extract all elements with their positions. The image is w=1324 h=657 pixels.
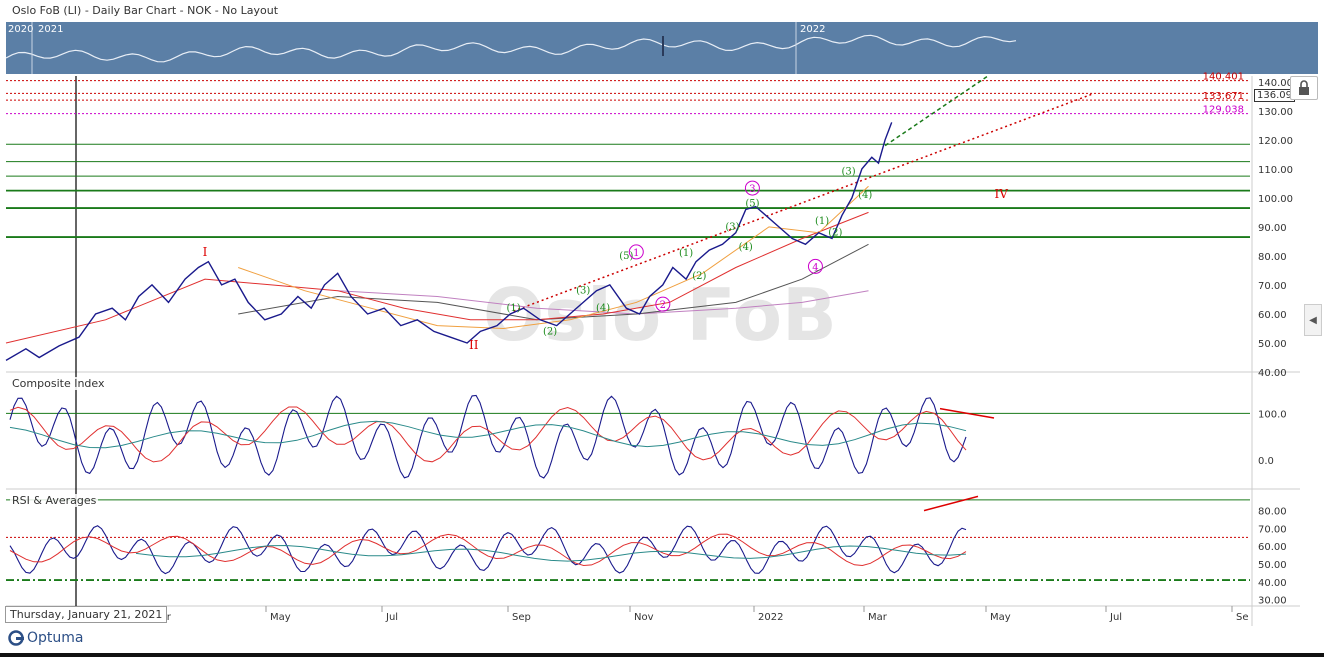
wave-label: IV — [994, 187, 1008, 201]
composite-tick: 0.0 — [1258, 456, 1274, 467]
rsi-tick: 70.00 — [1258, 524, 1287, 535]
x-tick-label: Jul — [1109, 612, 1122, 623]
wave-label: (2) — [828, 228, 842, 239]
x-tick-label: Se — [1236, 612, 1249, 623]
green-projection — [884, 75, 989, 147]
y-tick-label: 100.00 — [1258, 194, 1293, 205]
level-label: 133.671 — [1203, 91, 1244, 102]
y-tick-label: 130.00 — [1258, 107, 1293, 118]
x-tick-label: 2022 — [758, 612, 783, 623]
x-tick-label: Jul — [385, 612, 398, 623]
composite-index-label: Composite Index — [10, 377, 107, 390]
wave-label: 4 — [812, 262, 818, 273]
y-tick-label: 40.00 — [1258, 368, 1287, 379]
rsi-tick: 50.00 — [1258, 560, 1287, 571]
optuma-logo: Optuma — [8, 630, 84, 646]
wave-label: (3) — [725, 222, 739, 233]
rsi-tick: 30.00 — [1258, 596, 1287, 607]
chart-canvas[interactable]: Oslo FoB 129.038133.671140.401 IIIIV(1)(… — [0, 0, 1324, 657]
wave-label: (1) — [815, 216, 829, 227]
wave-label: (3) — [576, 286, 590, 297]
lock-button[interactable] — [1290, 76, 1318, 100]
wave-label: 3 — [749, 184, 755, 195]
y-tick-label: 110.00 — [1258, 165, 1293, 176]
y-tick-label: 50.00 — [1258, 339, 1287, 350]
wave-label: (1) — [506, 303, 520, 314]
wave-label: II — [469, 338, 479, 352]
collapse-panel-button[interactable]: ◀ — [1304, 304, 1322, 336]
x-tick-label: Nov — [634, 612, 654, 623]
wave-label: (5) — [745, 199, 759, 210]
wave-label: 1 — [633, 248, 639, 259]
logo-text: Optuma — [27, 630, 84, 646]
lock-icon — [1299, 80, 1309, 95]
y-tick-label: 120.00 — [1258, 136, 1293, 147]
wave-label: (1) — [679, 248, 693, 259]
composite-slow-avg — [9, 420, 967, 449]
level-label: 129.038 — [1203, 105, 1244, 116]
rsi-divergence-line — [923, 495, 979, 512]
x-tick-label: Mar — [868, 612, 888, 623]
level-label: 140.401 — [1203, 72, 1244, 83]
y-tick-label: 140.00 — [1258, 78, 1293, 89]
wave-label: (4) — [858, 190, 872, 201]
last-price-tag: 136.09 — [1254, 89, 1295, 102]
chevron-left-icon: ◀ — [1309, 314, 1317, 326]
x-tick-label: May — [990, 612, 1011, 623]
x-tick-label: May — [270, 612, 291, 623]
wave-label: (2) — [692, 271, 706, 282]
wave-label: I — [203, 245, 208, 259]
wave-label: (3) — [842, 167, 856, 178]
wave-label: (4) — [739, 242, 753, 253]
rsi-label: RSI & Averages — [10, 494, 99, 507]
rsi-fast-avg — [9, 533, 967, 567]
rsi-tick: 60.00 — [1258, 542, 1287, 553]
bottom-bar — [0, 653, 1324, 657]
x-tick-label: Sep — [512, 612, 531, 623]
wave-label: (2) — [543, 326, 557, 337]
rsi-line — [9, 525, 967, 575]
optuma-logo-icon — [8, 630, 24, 646]
rsi-tick: 80.00 — [1258, 507, 1287, 518]
y-tick-label: 60.00 — [1258, 310, 1287, 321]
rsi-tick: 40.00 — [1258, 578, 1287, 589]
wave-label: 2 — [660, 300, 666, 311]
cursor-date: Thursday, January 21, 2021 — [5, 606, 168, 623]
y-tick-label: 90.00 — [1258, 223, 1287, 234]
wave-label: (4) — [596, 303, 610, 314]
y-tick-label: 70.00 — [1258, 281, 1287, 292]
composite-tick: 100.0 — [1258, 409, 1287, 420]
y-tick-label: 80.00 — [1258, 252, 1287, 263]
